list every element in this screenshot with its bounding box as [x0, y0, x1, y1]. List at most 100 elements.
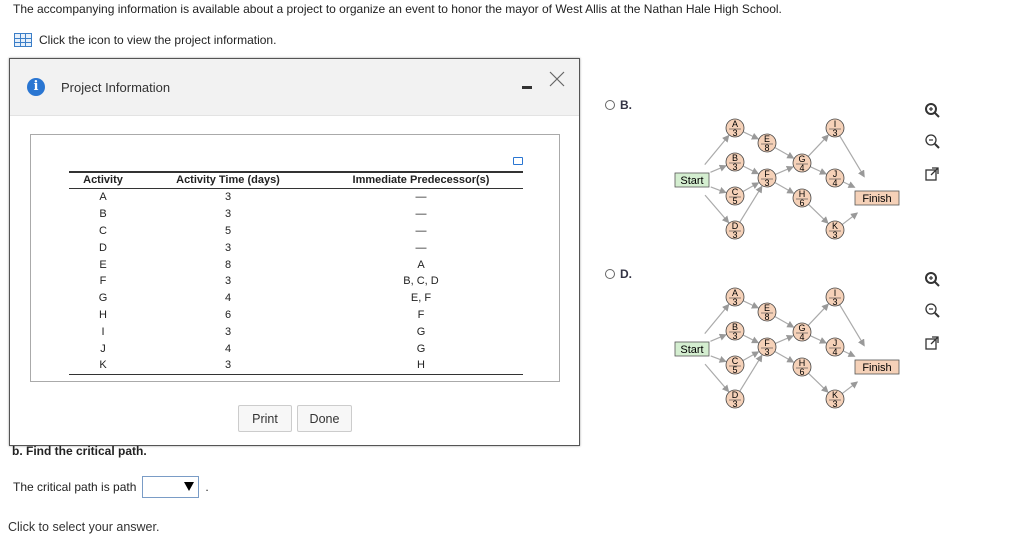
- edge-K-Finish: [841, 212, 859, 226]
- dropdown-arrow-icon: [184, 482, 195, 491]
- edge-Start-A: [704, 303, 730, 334]
- zoom-in-icon[interactable]: [924, 102, 940, 118]
- copy-icon[interactable]: [513, 157, 523, 165]
- cell-time: 3: [224, 325, 232, 338]
- cell-time: 3: [224, 241, 232, 254]
- finish-label: Finish: [862, 193, 891, 205]
- table-row: C 5 —: [69, 223, 523, 240]
- edge-Start-C: [710, 355, 727, 363]
- radio-d[interactable]: [605, 269, 615, 279]
- cell-activity: I: [101, 325, 105, 338]
- edge-I-Finish: [839, 135, 865, 178]
- node-time: 3: [732, 128, 737, 138]
- node-time: 3: [832, 297, 837, 307]
- option-d-label: D.: [620, 267, 632, 281]
- node-time: 3: [832, 128, 837, 138]
- cell-activity: K: [69, 356, 137, 375]
- minimize-icon[interactable]: [522, 86, 532, 89]
- cell-predecessors: H: [319, 356, 523, 375]
- node-time: 4: [832, 178, 837, 188]
- edge-G-I: [807, 134, 829, 157]
- zoom-out-icon[interactable]: [924, 133, 940, 149]
- edge-I-Finish: [839, 304, 865, 347]
- table-row: G 4 E, F: [69, 290, 523, 307]
- option-b[interactable]: B.: [605, 98, 632, 112]
- radio-b[interactable]: [605, 100, 615, 110]
- critical-path-dropdown[interactable]: [142, 476, 200, 498]
- edge-H-K: [808, 372, 829, 393]
- network-diagram-b: StartFinishA3B3C5D3E8F3G4H6I3J4K3: [674, 118, 900, 240]
- cell-predecessors: —: [415, 224, 427, 237]
- table-row: K3H: [69, 356, 523, 375]
- cell-activity: B: [99, 208, 107, 221]
- node-time: 3: [732, 331, 737, 341]
- edge-Start-D: [704, 194, 730, 224]
- edge-F-G: [775, 334, 794, 345]
- node-time: 3: [732, 297, 737, 307]
- cell-time: 5: [224, 224, 232, 237]
- cell-predecessors: —: [415, 241, 427, 254]
- cell-predecessors: G: [416, 342, 426, 355]
- table-row: E 8 A: [69, 256, 523, 273]
- cell-predecessors: E, F: [410, 292, 432, 305]
- edge-G-I: [807, 303, 829, 326]
- cell-predecessors: A: [417, 258, 425, 271]
- edge-B-F: [742, 334, 760, 344]
- done-button[interactable]: Done: [297, 405, 352, 432]
- cell-activity: C: [99, 224, 107, 237]
- edge-Start-B: [710, 333, 727, 342]
- cell-activity: E: [99, 258, 107, 271]
- edge-F-H: [774, 350, 795, 363]
- zoom-out-icon[interactable]: [924, 302, 940, 318]
- edge-G-J: [809, 335, 827, 344]
- critical-path-row: The critical path is path .: [13, 476, 209, 498]
- table-row: F 3 B, C, D: [69, 273, 523, 290]
- close-icon[interactable]: [549, 71, 565, 87]
- table-grid-icon[interactable]: [14, 33, 32, 47]
- question-b: b. Find the critical path.: [12, 444, 147, 458]
- header-activity: Activity: [69, 171, 137, 189]
- edge-K-Finish: [841, 381, 859, 395]
- edge-G-J: [809, 166, 827, 175]
- cell-activity: F: [99, 275, 107, 288]
- icon-instruction-row: Click the icon to view the project infor…: [14, 33, 276, 47]
- cell-predecessors: —: [415, 191, 427, 204]
- node-time: 6: [799, 198, 804, 208]
- start-label: Start: [680, 344, 703, 356]
- node-time: 3: [732, 162, 737, 172]
- cell-time: 4: [224, 342, 232, 355]
- header-predecessors: Immediate Predecessor(s): [319, 171, 523, 189]
- cell-time: 8: [224, 258, 232, 271]
- edge-F-H: [774, 181, 795, 194]
- cell-time: 3: [224, 208, 232, 221]
- node-time: 4: [832, 347, 837, 357]
- cell-activity: J: [100, 342, 106, 355]
- zoom-in-icon[interactable]: [924, 271, 940, 287]
- cell-time: 6: [224, 308, 232, 321]
- print-button[interactable]: Print: [238, 405, 292, 432]
- project-table: Activity Activity Time (days) Immediate …: [69, 171, 523, 375]
- option-b-label: B.: [620, 98, 632, 112]
- cell-activity: D: [99, 241, 107, 254]
- node-time: 5: [732, 196, 737, 206]
- edge-Start-A: [704, 134, 730, 165]
- edge-J-Finish: [842, 181, 856, 188]
- start-label: Start: [680, 175, 703, 187]
- edge-E-G: [774, 146, 795, 159]
- node-time: 3: [764, 178, 769, 188]
- edge-F-G: [775, 165, 794, 176]
- header-activity-time: Activity Time (days): [137, 171, 319, 189]
- cell-predecessors: —: [415, 208, 427, 221]
- edge-A-E: [742, 300, 760, 309]
- table-row: B 3 —: [69, 206, 523, 223]
- option-d[interactable]: D.: [605, 267, 632, 281]
- info-icon: i: [27, 78, 45, 96]
- cell-activity: A: [99, 191, 107, 204]
- edge-Start-B: [710, 164, 727, 173]
- popout-icon[interactable]: [924, 335, 940, 351]
- finish-label: Finish: [862, 362, 891, 374]
- popout-icon[interactable]: [924, 166, 940, 182]
- project-information-dialog: i Project Information Activity Activity …: [9, 58, 580, 446]
- node-time: 5: [732, 365, 737, 375]
- dialog-title: Project Information: [61, 80, 171, 95]
